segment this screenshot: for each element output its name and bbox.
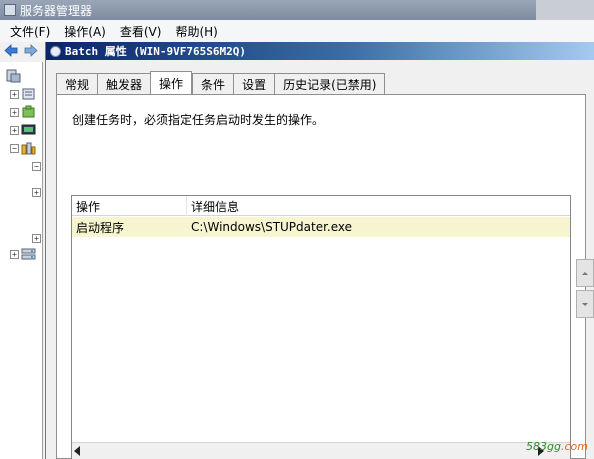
tab-settings[interactable]: 设置: [233, 73, 275, 94]
menu-help[interactable]: 帮助(H): [175, 23, 217, 40]
configuration-icon: [21, 142, 36, 155]
tree-node-features[interactable]: +: [10, 104, 36, 120]
arrow-down-icon: [582, 303, 588, 306]
move-down-button[interactable]: [576, 290, 594, 318]
watermark-suffix: .com: [561, 440, 588, 453]
tree-root[interactable]: [4, 68, 21, 84]
properties-dialog: Batch 属性 (WIN-9VF765S6M2Q) 常规 触发器 操作 条件 …: [45, 42, 594, 459]
roles-icon: [22, 88, 35, 100]
watermark-text: 583gg: [526, 440, 561, 453]
collapse-icon[interactable]: −: [10, 143, 19, 153]
list-header: 操作 详细信息: [72, 196, 570, 216]
back-arrow-icon[interactable]: [4, 44, 18, 57]
tab-triggers[interactable]: 触发器: [97, 73, 151, 94]
menu-action[interactable]: 操作(A): [64, 23, 106, 40]
expand-icon[interactable]: +: [32, 187, 41, 197]
cell-action: 启动程序: [76, 220, 125, 235]
horizontal-scrollbar[interactable]: [72, 442, 570, 459]
menu-bar: 文件(F) 操作(A) 查看(V) 帮助(H): [0, 20, 594, 42]
dialog-title-bar[interactable]: Batch 属性 (WIN-9VF765S6M2Q): [46, 42, 594, 60]
expand-icon[interactable]: +: [10, 89, 19, 99]
menu-file[interactable]: 文件(F): [10, 23, 50, 40]
tree-node-roles[interactable]: +: [10, 86, 36, 102]
server-manager-node-icon: [6, 69, 21, 83]
scroll-left-icon[interactable]: [74, 446, 80, 456]
tab-conditions[interactable]: 条件: [192, 73, 234, 94]
column-header-details[interactable]: 详细信息: [187, 196, 570, 216]
tree-node-storage[interactable]: +: [10, 246, 36, 262]
cell-details: C:\Windows\STUPdater.exe: [191, 220, 353, 234]
expand-icon[interactable]: +: [10, 249, 19, 259]
window-title: 服务器管理器: [20, 3, 93, 18]
tab-strip: 常规 触发器 操作 条件 设置 历史记录(已禁用): [56, 71, 386, 94]
move-up-button[interactable]: [576, 259, 594, 287]
dialog-title: Batch 属性 (WIN-9VF765S6M2Q): [65, 45, 246, 58]
nav-toolbar: [0, 42, 45, 60]
expand-icon[interactable]: +: [32, 233, 41, 243]
tree-node-task-scheduler[interactable]: −: [32, 158, 41, 174]
title-bar-controls[interactable]: [536, 0, 594, 20]
diagnostics-icon: [21, 124, 36, 135]
window-title-bar: 服务器管理器: [0, 0, 594, 20]
actions-list: 操作 详细信息 启动程序 C:\Windows\STUPdater.exe: [71, 195, 571, 459]
console-tree: + + + − − + + +: [0, 62, 43, 459]
expand-icon[interactable]: +: [10, 107, 19, 117]
collapse-icon[interactable]: −: [32, 161, 41, 171]
actions-tab-panel: 创建任务时，必须指定任务启动时发生的操作。 操作 详细信息 启动程序 C:\Wi…: [56, 94, 586, 459]
tree-node-services[interactable]: +: [32, 230, 41, 246]
server-manager-icon: [4, 4, 16, 16]
table-row[interactable]: 启动程序 C:\Windows\STUPdater.exe: [72, 217, 570, 237]
tab-general[interactable]: 常规: [56, 73, 98, 94]
actions-description: 创建任务时，必须指定任务启动时发生的操作。: [72, 113, 325, 127]
expand-icon[interactable]: +: [10, 125, 19, 135]
tree-node-diagnostics[interactable]: +: [10, 122, 36, 138]
menu-view[interactable]: 查看(V): [120, 23, 162, 40]
forward-arrow-icon[interactable]: [24, 44, 38, 57]
tree-node-configuration[interactable]: −: [10, 140, 36, 156]
task-icon: [50, 45, 61, 57]
storage-icon: [21, 248, 36, 260]
arrow-up-icon: [582, 272, 588, 275]
tab-history[interactable]: 历史记录(已禁用): [274, 73, 386, 94]
column-header-action[interactable]: 操作: [72, 196, 187, 216]
watermark: 583gg.com: [526, 440, 588, 453]
tab-actions[interactable]: 操作: [150, 71, 193, 94]
features-icon: [22, 105, 35, 118]
tree-node-library[interactable]: +: [32, 184, 41, 200]
